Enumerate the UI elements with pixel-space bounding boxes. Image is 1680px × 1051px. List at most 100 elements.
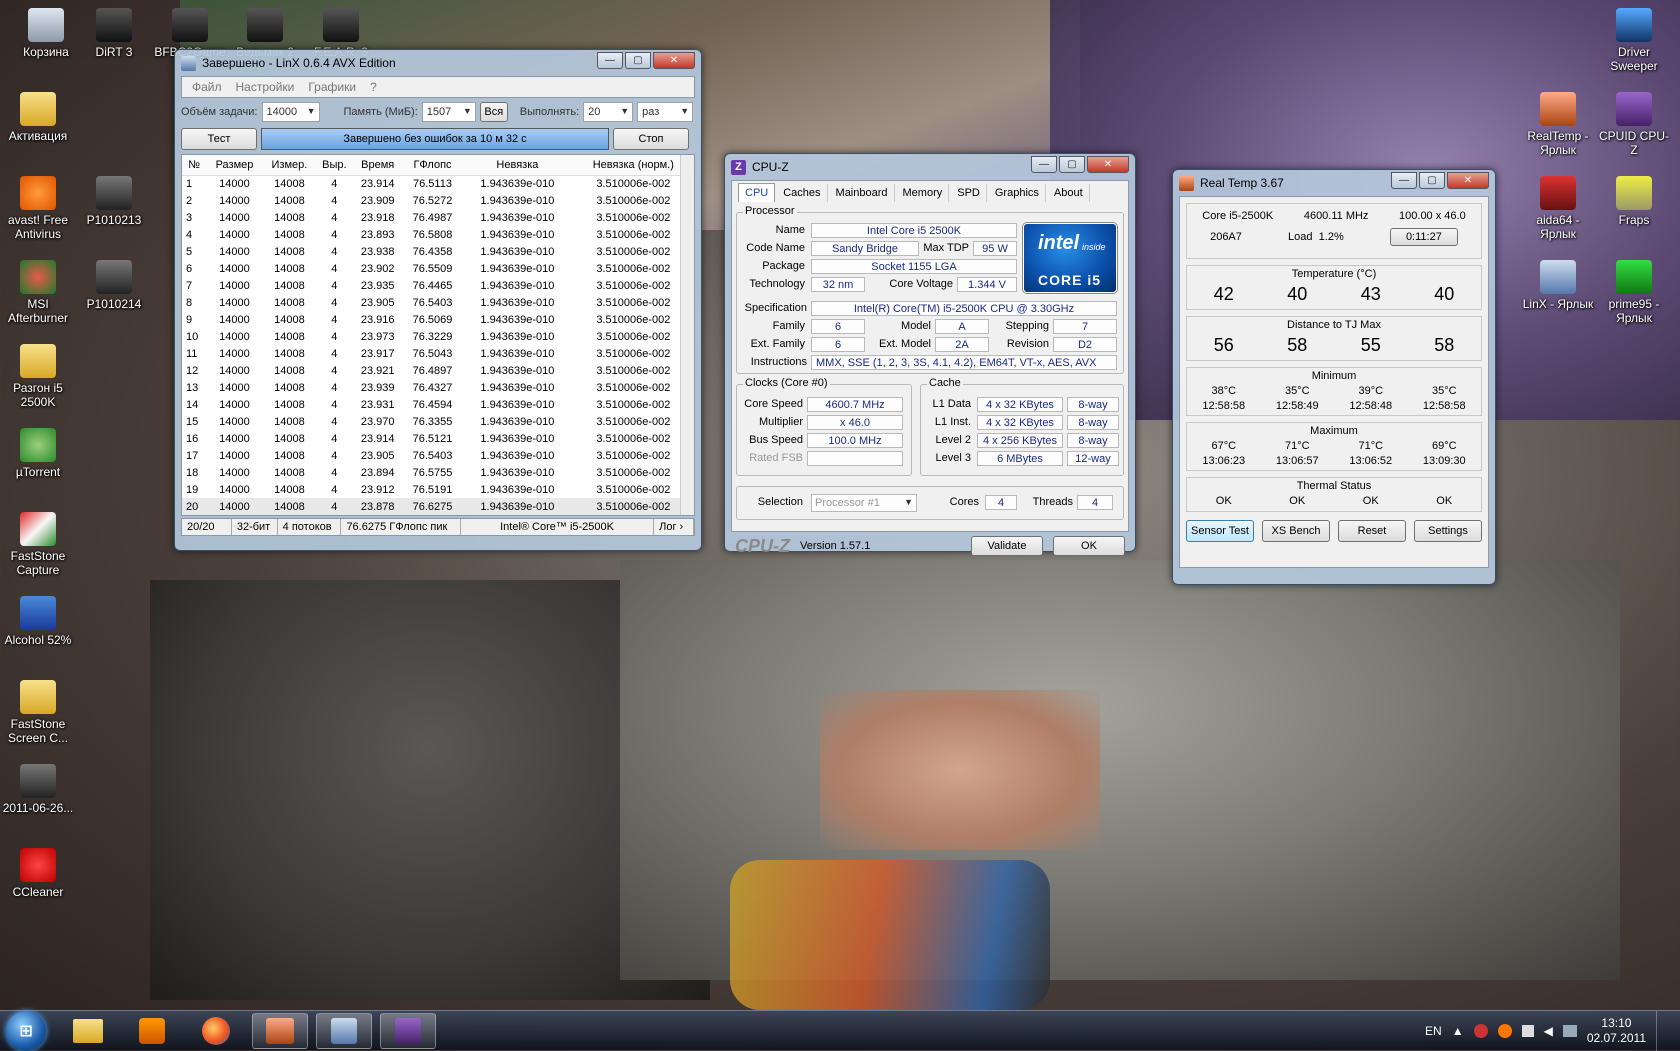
msi-afterburner-tray-icon[interactable]: [1473, 1024, 1488, 1038]
maximize-button[interactable]: ▢: [1419, 171, 1445, 189]
run-count-select[interactable]: 20 ▼: [583, 102, 634, 122]
xs-bench-button[interactable]: XS Bench: [1262, 520, 1330, 542]
minimize-button[interactable]: —: [1031, 155, 1057, 173]
linx-taskbar-button[interactable]: [316, 1012, 372, 1049]
minimize-button[interactable]: —: [597, 51, 623, 69]
desktop-icon[interactable]: 2011-06-26...: [0, 764, 76, 815]
desktop-icon[interactable]: CPUID CPU-Z: [1596, 92, 1672, 157]
timer-button[interactable]: 0:11:27: [1389, 228, 1458, 246]
tab-graphics[interactable]: Graphics: [989, 184, 1046, 202]
show-hidden-icons-icon[interactable]: ▲: [1452, 1024, 1464, 1038]
column-header[interactable]: Невязка (норм.): [572, 155, 694, 176]
column-header[interactable]: ГФлопс: [402, 155, 463, 176]
desktop-icon[interactable]: CCleaner: [0, 848, 76, 899]
close-button[interactable]: ✕: [653, 51, 695, 69]
table-row[interactable]: 18 14000 14008 4 23.894 76.5755 1.943639e-010 3…: [182, 464, 694, 481]
all-memory-button[interactable]: Вся: [479, 102, 508, 122]
maximize-button[interactable]: ▢: [1059, 155, 1085, 173]
menu-file[interactable]: Файл: [192, 80, 222, 94]
desktop-icon[interactable]: MSI Afterburner: [0, 260, 76, 325]
menu-graphs[interactable]: Графики: [308, 80, 356, 94]
desktop-icon[interactable]: Fraps: [1596, 176, 1672, 227]
desktop-icon[interactable]: P1010214: [76, 260, 152, 311]
table-scrollbar[interactable]: [680, 155, 694, 515]
settings-button[interactable]: Settings: [1414, 520, 1482, 542]
table-row[interactable]: 2 14000 14008 4 23.909 76.5272 1.943639e-010 3.…: [182, 192, 694, 209]
realtemp-taskbar-button[interactable]: [252, 1012, 308, 1049]
column-header[interactable]: Невязка: [462, 155, 573, 176]
menu-help[interactable]: ?: [370, 80, 377, 94]
media-player-taskbar-button[interactable]: [124, 1013, 180, 1049]
network-icon[interactable]: [1562, 1025, 1577, 1037]
desktop-icon[interactable]: Активация: [0, 92, 76, 143]
desktop-icon[interactable]: Alcohol 52%: [0, 596, 76, 647]
desktop-icon[interactable]: Корзина: [8, 8, 84, 59]
table-row[interactable]: 10 14000 14008 4 23.973 76.3229 1.943639e-010 3…: [182, 328, 694, 345]
table-row[interactable]: 4 14000 14008 4 23.893 76.5808 1.943639e-010 3.…: [182, 226, 694, 243]
explorer-taskbar-button[interactable]: [60, 1013, 116, 1049]
log-button[interactable]: Лог ›: [654, 519, 695, 535]
flag-icon[interactable]: [1521, 1025, 1534, 1037]
column-header[interactable]: Время: [352, 155, 403, 176]
minimize-button[interactable]: —: [1391, 171, 1417, 189]
column-header[interactable]: Выр.: [316, 155, 353, 176]
table-row[interactable]: 12 14000 14008 4 23.921 76.4897 1.943639e-010 3…: [182, 362, 694, 379]
tab-spd[interactable]: SPD: [951, 184, 987, 202]
task-size-select[interactable]: 14000 ▼: [261, 102, 320, 122]
desktop-icon[interactable]: FastStone Screen C...: [0, 680, 76, 745]
table-row[interactable]: 7 14000 14008 4 23.935 76.4465 1.943639e-010 3.…: [182, 277, 694, 294]
table-row[interactable]: 14 14000 14008 4 23.931 76.4594 1.943639e-010 3…: [182, 396, 694, 413]
table-row[interactable]: 8 14000 14008 4 23.905 76.5403 1.943639e-010 3.…: [182, 294, 694, 311]
validate-button[interactable]: Validate: [971, 536, 1043, 556]
desktop-icon[interactable]: aida64 - Ярлык: [1520, 176, 1596, 241]
memory-select[interactable]: 1507 ▼: [421, 102, 476, 122]
desktop-icon[interactable]: avast! Free Antivirus: [0, 176, 76, 241]
language-indicator[interactable]: EN: [1425, 1024, 1442, 1038]
clock[interactable]: 13:10 02.07.2011: [1587, 1016, 1646, 1046]
desktop-icon[interactable]: LinX - Ярлык: [1520, 260, 1596, 311]
table-row[interactable]: 9 14000 14008 4 23.916 76.5069 1.943639e-010 3.…: [182, 311, 694, 328]
avast-tray-icon[interactable]: [1497, 1024, 1512, 1038]
stop-button[interactable]: Стоп: [613, 128, 689, 150]
volume-icon[interactable]: ◀: [1544, 1024, 1553, 1038]
close-button[interactable]: ✕: [1087, 155, 1129, 173]
desktop-icon[interactable]: Driver Sweeper: [1596, 8, 1672, 73]
table-row[interactable]: 20 14000 14008 4 23.878 76.6275 1.943639e-010 3…: [182, 498, 694, 515]
desktop-icon[interactable]: P1010213: [76, 176, 152, 227]
table-row[interactable]: 1 14000 14008 4 23.914 76.5113 1.943639e-010 3.…: [182, 175, 694, 192]
reset-button[interactable]: Reset: [1338, 520, 1406, 542]
table-row[interactable]: 3 14000 14008 4 23.918 76.4987 1.943639e-010 3.…: [182, 209, 694, 226]
ok-button[interactable]: OK: [1053, 536, 1125, 556]
linx-titlebar[interactable]: Завершено - LinX 0.6.4 AVX Edition — ▢ ✕: [181, 50, 695, 76]
table-row[interactable]: 5 14000 14008 4 23.938 76.4358 1.943639e-010 3.…: [182, 243, 694, 260]
table-row[interactable]: 17 14000 14008 4 23.905 76.5403 1.943639e-010 3…: [182, 447, 694, 464]
column-header[interactable]: №: [182, 155, 207, 176]
cpuz-taskbar-button[interactable]: [380, 1012, 436, 1049]
start-button[interactable]: ⊞: [6, 1010, 46, 1051]
run-unit-select[interactable]: раз ▼: [637, 102, 694, 122]
close-button[interactable]: ✕: [1447, 171, 1489, 189]
test-button[interactable]: Тест: [181, 128, 257, 150]
maximize-button[interactable]: ▢: [625, 51, 651, 69]
desktop-icon[interactable]: FastStone Capture: [0, 512, 76, 577]
sensor-test-button[interactable]: Sensor Test: [1186, 520, 1254, 542]
menu-settings[interactable]: Настройки: [236, 80, 295, 94]
tab-caches[interactable]: Caches: [777, 184, 828, 202]
table-row[interactable]: 6 14000 14008 4 23.902 76.5509 1.943639e-010 3.…: [182, 260, 694, 277]
column-header[interactable]: Измер.: [262, 155, 317, 176]
column-header[interactable]: Размер: [206, 155, 263, 176]
desktop-icon[interactable]: DiRT 3: [76, 8, 152, 59]
table-row[interactable]: 19 14000 14008 4 23.912 76.5191 1.943639e-010 3…: [182, 481, 694, 498]
desktop-icon[interactable]: prime95 - Ярлык: [1596, 260, 1672, 325]
desktop-icon[interactable]: RealTemp - Ярлык: [1520, 92, 1596, 157]
table-row[interactable]: 11 14000 14008 4 23.917 76.5043 1.943639e-010 3…: [182, 345, 694, 362]
tab-about[interactable]: About: [1048, 184, 1090, 202]
table-row[interactable]: 13 14000 14008 4 23.939 76.4327 1.943639e-010 3…: [182, 379, 694, 396]
cpuz-titlebar[interactable]: Z CPU-Z — ▢ ✕: [731, 154, 1129, 180]
desktop-icon[interactable]: µTorrent: [0, 428, 76, 479]
tab-mainboard[interactable]: Mainboard: [830, 184, 895, 202]
table-row[interactable]: 15 14000 14008 4 23.970 76.3355 1.943639e-010 3…: [182, 413, 694, 430]
desktop-icon[interactable]: Разгон i5 2500K: [0, 344, 76, 409]
firefox-taskbar-button[interactable]: [188, 1013, 244, 1049]
realtemp-titlebar[interactable]: Real Temp 3.67 — ▢ ✕: [1179, 170, 1489, 196]
